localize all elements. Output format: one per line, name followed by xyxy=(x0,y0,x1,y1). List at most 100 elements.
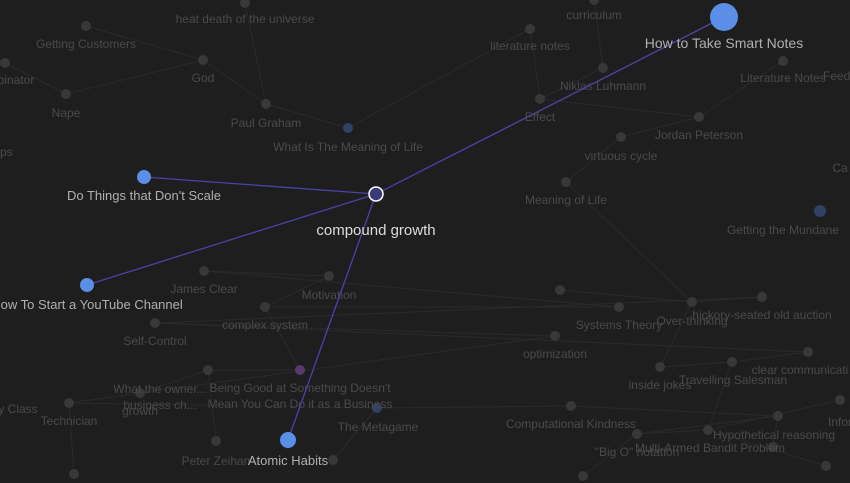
node-compound-growth[interactable] xyxy=(368,186,384,202)
node-atomic[interactable] xyxy=(280,432,296,448)
graph-node[interactable] xyxy=(64,398,74,408)
node-label-getting-the-mundane: Getting the Mundane xyxy=(727,223,839,237)
graph-edge xyxy=(698,60,784,118)
graph-node[interactable] xyxy=(614,302,624,312)
graph-node[interactable] xyxy=(814,205,826,217)
node-label-meaning-of-life: Meaning of Life xyxy=(525,193,607,207)
node-label-self-control: Self-Control xyxy=(123,334,186,348)
graph-node[interactable] xyxy=(69,469,79,479)
node-label-atomic: Atomic Habits xyxy=(248,453,329,468)
graph-node[interactable] xyxy=(535,94,545,104)
graph-node[interactable] xyxy=(616,132,626,142)
graph-node[interactable] xyxy=(261,99,271,109)
node-label-peter-zeihan: Peter Zeihan xyxy=(182,454,251,468)
graph-node[interactable] xyxy=(328,455,338,465)
node-label-what-the-owner: What the owner... xyxy=(113,382,206,396)
graph-node[interactable] xyxy=(727,357,737,367)
node-label-motivation: Motivation xyxy=(302,288,357,302)
graph-node[interactable] xyxy=(0,58,10,68)
graph-node[interactable] xyxy=(260,302,270,312)
graph-node[interactable] xyxy=(589,0,599,5)
node-youtube[interactable] xyxy=(80,278,94,292)
node-label-complex-system: complex system xyxy=(222,318,308,332)
graph-node[interactable] xyxy=(203,365,213,375)
graph-node[interactable] xyxy=(150,318,160,328)
graph-node[interactable] xyxy=(703,425,713,435)
graph-node[interactable] xyxy=(61,89,71,99)
node-label-virtuous-cycle: virtuous cycle xyxy=(585,149,658,163)
graph-view[interactable]: Getting Customers heat death of the unive… xyxy=(0,0,850,483)
graph-node[interactable] xyxy=(757,292,767,302)
graph-node[interactable] xyxy=(803,347,813,357)
graph-node[interactable] xyxy=(240,0,250,8)
graph-edge xyxy=(264,306,301,371)
graph-node[interactable] xyxy=(324,271,334,281)
node-label-literature-notes: literature notes xyxy=(490,39,569,53)
graph-node[interactable] xyxy=(295,365,305,375)
node-label-ca: Ca xyxy=(832,161,848,175)
node-smart-notes[interactable] xyxy=(710,3,738,31)
node-label-jordan-peterson: Jordan Peterson xyxy=(655,128,743,142)
graph-edge xyxy=(570,405,779,417)
graph-node[interactable] xyxy=(773,411,783,421)
node-label-inside-jokes: inside jokes xyxy=(629,378,692,392)
node-label-curriculum: curriculum xyxy=(566,8,621,22)
graph-node[interactable] xyxy=(778,56,788,66)
graph-edge xyxy=(65,59,204,95)
graph-node[interactable] xyxy=(555,285,565,295)
graph-edge xyxy=(376,405,572,409)
graph-node[interactable] xyxy=(578,471,588,481)
graph-node[interactable] xyxy=(211,436,221,446)
node-label-systems-theory: Systems Theory xyxy=(576,318,662,332)
node-label-james-clear: James Clear xyxy=(170,282,237,296)
graph-edge xyxy=(659,301,693,368)
node-label-binator: binator xyxy=(0,73,34,87)
graph-node[interactable] xyxy=(687,297,697,307)
graph-node[interactable] xyxy=(566,401,576,411)
graph-node[interactable] xyxy=(199,266,209,276)
graph-node[interactable] xyxy=(694,112,704,122)
node-label-technician: Technician xyxy=(41,414,98,428)
node-label-the-metagame: The Metagame xyxy=(338,420,419,434)
node-label-feedb: Feedb xyxy=(823,69,850,83)
node-label-infor: Infor xyxy=(828,415,850,429)
node-label-mean-you-can-do-it-as-a-business: Mean You Can Do it as a Business xyxy=(208,397,393,411)
node-do-things[interactable] xyxy=(137,170,151,184)
graph-edge xyxy=(332,407,378,461)
graph-node[interactable] xyxy=(561,177,571,187)
node-label-hypothetical-reasoning: Hypothetical reasoning xyxy=(713,428,835,442)
graph-node[interactable] xyxy=(198,55,208,65)
node-label-getting-customers: Getting Customers xyxy=(36,37,136,51)
graph-edge xyxy=(154,322,556,337)
node-label-computational-kindness: Computational Kindness xyxy=(506,417,636,431)
node-label-paul-graham: Paul Graham xyxy=(231,116,302,130)
graph-node[interactable] xyxy=(343,123,353,133)
node-label-ips: ips xyxy=(0,145,13,159)
graph-edge xyxy=(559,289,693,303)
node-label-being-good-at-something-doesn-t: Being Good at Something Doesn't xyxy=(209,381,391,395)
graph-node[interactable] xyxy=(598,63,608,73)
graph-node[interactable] xyxy=(525,24,535,34)
node-label-optimization: optimization xyxy=(523,347,587,361)
graph-node[interactable] xyxy=(835,395,845,405)
graph-edge xyxy=(636,429,709,435)
focus-node-label: compound growth xyxy=(316,222,435,239)
node-label-over-thinking: Over-thinking xyxy=(656,314,727,328)
node-label-youtube: How To Start a YouTube Channel xyxy=(0,297,183,312)
highlighted-labels: How to Take Smart Notes Do Things that Do… xyxy=(0,35,803,468)
graph-node[interactable] xyxy=(821,461,831,471)
graph-node[interactable] xyxy=(550,331,560,341)
node-label-big-o-notation: "Big O" notation xyxy=(595,445,680,459)
graph-canvas[interactable]: Getting Customers heat death of the unive… xyxy=(0,0,850,483)
node-label-what-is-the-meaning-of-life: What Is The Meaning of Life xyxy=(273,140,423,154)
graph-node[interactable] xyxy=(81,21,91,31)
highlighted-edge xyxy=(86,193,377,286)
graph-node[interactable] xyxy=(655,362,665,372)
node-label-travelling-salesman: Travelling Salesman xyxy=(679,373,787,387)
node-label-smart-notes: How to Take Smart Notes xyxy=(645,35,803,51)
node-label-growth: growth xyxy=(122,404,158,418)
graph-edge xyxy=(659,361,733,368)
node-label-god: God xyxy=(192,71,215,85)
node-label-nape: Nape xyxy=(52,106,81,120)
node-label-literature-notes: Literature Notes xyxy=(740,71,825,85)
